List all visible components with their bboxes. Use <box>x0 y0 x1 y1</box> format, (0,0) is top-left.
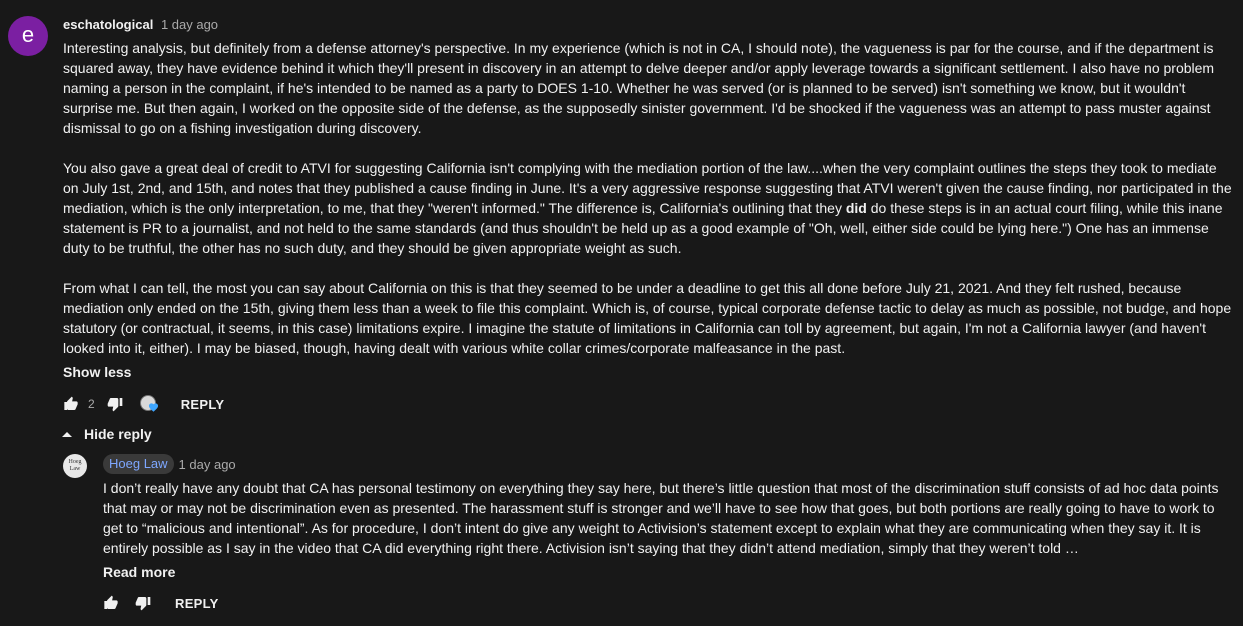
show-less-button[interactable]: Show less <box>63 362 131 382</box>
like-button[interactable] <box>63 396 79 412</box>
thumbs-up-icon <box>64 396 78 410</box>
reply-like-button[interactable] <box>103 595 119 611</box>
thumbs-down-icon <box>107 398 123 412</box>
reply-dislike-button[interactable] <box>135 595 151 611</box>
reply-button[interactable]: REPLY <box>181 397 225 412</box>
chevron-up-icon <box>62 432 72 437</box>
avatar-logo-text: Law <box>69 466 81 472</box>
comment-actions: 2 REPLY <box>63 395 224 413</box>
reply-header: Hoeg Law 1 day ago <box>103 454 236 474</box>
creator-heart-badge <box>139 395 158 413</box>
reply-reply-button[interactable]: REPLY <box>175 596 219 611</box>
hide-reply-toggle[interactable]: Hide reply <box>62 424 152 444</box>
avatar-logo-text: Hoeg <box>68 459 82 465</box>
comment-paragraph: Interesting analysis, but definitely fro… <box>63 40 1215 136</box>
like-count: 2 <box>88 397 95 411</box>
hide-reply-label: Hide reply <box>84 426 152 442</box>
emphasis-text: did <box>845 200 867 216</box>
heart-icon <box>148 403 158 412</box>
reply-actions: REPLY <box>103 595 219 611</box>
avatar[interactable]: e <box>8 16 48 56</box>
read-more-button[interactable]: Read more <box>103 562 175 582</box>
reply-timestamp[interactable]: 1 day ago <box>179 457 236 472</box>
dislike-button[interactable] <box>107 396 123 412</box>
comment-author[interactable]: eschatological <box>63 17 153 32</box>
thumbs-down-icon <box>135 597 151 611</box>
reply-author[interactable]: Hoeg Law <box>103 454 174 474</box>
comment-timestamp[interactable]: 1 day ago <box>161 17 218 32</box>
reply-body: I don’t really have any doubt that CA ha… <box>103 480 1219 556</box>
thumbs-up-icon <box>104 595 118 609</box>
comment-body: Interesting analysis, but definitely fro… <box>63 38 1235 358</box>
comment-header: eschatological 1 day ago <box>63 16 218 34</box>
comment-paragraph: From what I can tell, the most you can s… <box>63 280 1232 356</box>
comment-paragraph: You also gave a great deal of credit to … <box>63 158 1235 258</box>
reply-avatar[interactable]: Hoeg Law <box>63 454 87 478</box>
